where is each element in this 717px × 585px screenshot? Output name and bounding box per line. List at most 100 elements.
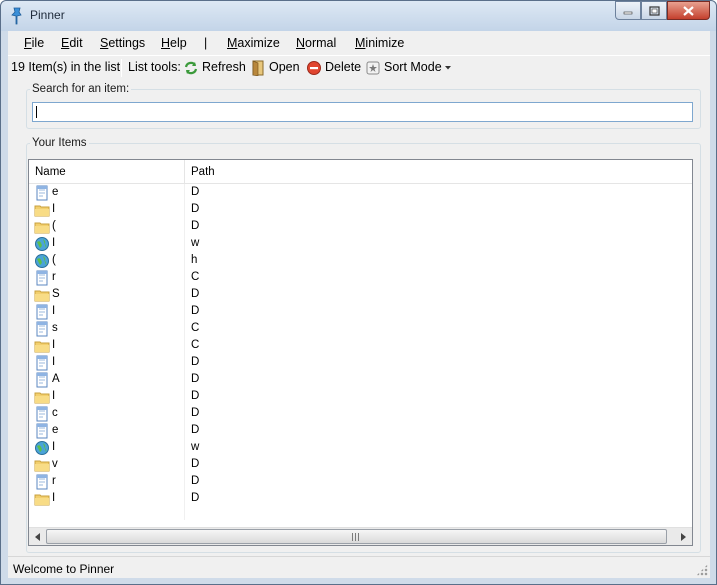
item-path: D [191, 288, 200, 300]
list-item[interactable]: ID [29, 304, 692, 321]
scroll-right-button[interactable] [675, 528, 692, 545]
list-item[interactable]: AD [29, 372, 692, 389]
list-item[interactable]: ID [29, 202, 692, 219]
menu-edit[interactable]: Edit [61, 36, 83, 50]
file-icon [36, 270, 48, 286]
items-listview[interactable]: Name Path e D I D(D Iw(h r C S D I Ds C I C I D A D I Dc De D… [28, 159, 693, 546]
folder-icon [34, 205, 50, 217]
item-name: r [52, 271, 56, 283]
menu-settings[interactable]: Settings [100, 36, 145, 50]
item-path: w [191, 237, 200, 249]
open-label: Open [269, 60, 300, 74]
item-name: e [52, 186, 59, 198]
item-name: s [52, 322, 58, 334]
search-input[interactable] [32, 102, 693, 122]
list-header: Name Path [29, 160, 692, 184]
item-path: D [191, 305, 200, 317]
menu-maximize[interactable]: Maximize [227, 36, 280, 50]
refresh-button[interactable]: Refresh [183, 56, 246, 80]
item-name: ( [52, 254, 56, 266]
item-name: v [52, 458, 58, 470]
menu-divider: | [204, 36, 208, 50]
list-item[interactable]: Iw [29, 440, 692, 457]
file-icon [36, 304, 48, 320]
file-icon [36, 423, 48, 439]
resize-grip-icon[interactable] [696, 564, 708, 576]
list-item[interactable]: rD [29, 474, 692, 491]
status-bar: Welcome to Pinner [8, 556, 710, 578]
column-header-path[interactable]: Path [185, 160, 692, 184]
status-text: Welcome to Pinner [13, 562, 115, 576]
toolbar-separator [121, 59, 122, 77]
list-item[interactable]: eD [29, 185, 692, 202]
item-name: A [52, 373, 60, 385]
item-path: C [191, 322, 200, 334]
list-item[interactable]: ID [29, 355, 692, 372]
list-item[interactable]: (D [29, 219, 692, 236]
list-item[interactable]: Iw [29, 236, 692, 253]
list-item[interactable]: SD [29, 287, 692, 304]
folder-icon [34, 494, 50, 506]
item-name: e [52, 424, 59, 436]
item-path: D [191, 458, 200, 470]
item-name: I [52, 356, 56, 368]
column-divider [184, 184, 185, 520]
item-path: D [191, 203, 200, 215]
menu-normal[interactable]: Normal [296, 36, 336, 50]
item-path: D [191, 424, 200, 436]
open-button[interactable]: Open [250, 56, 300, 80]
menu-file[interactable]: File [24, 36, 44, 50]
list-item[interactable]: ID [29, 491, 692, 508]
list-item[interactable]: vD [29, 457, 692, 474]
list-item[interactable]: (h [29, 253, 692, 270]
restore-window-button[interactable] [641, 1, 667, 20]
title-bar[interactable]: Pinner [1, 1, 716, 31]
list-body: e D I D(D Iw(h r C S D I Ds C I C I D A D I Dc De D Iw v Dr D I D [29, 184, 692, 520]
item-path: h [191, 254, 198, 266]
column-header-name[interactable]: Name [29, 160, 185, 184]
chevron-down-icon [445, 66, 451, 70]
list-item[interactable]: sC [29, 321, 692, 338]
menu-help[interactable]: Help [161, 36, 187, 50]
client-area: File Edit Settings Help | Maximize Norma… [8, 31, 710, 578]
window-title: Pinner [30, 8, 65, 22]
file-icon [36, 372, 48, 388]
pin-icon [11, 7, 22, 25]
menu-bar: File Edit Settings Help | Maximize Norma… [8, 31, 710, 55]
sort-mode-dropdown[interactable]: Sort Mode [365, 56, 455, 80]
file-icon [36, 474, 48, 490]
item-name: I [52, 492, 56, 504]
list-item[interactable]: eD [29, 423, 692, 440]
chevron-right-icon [681, 532, 686, 541]
item-path: D [191, 407, 200, 419]
caption-buttons [615, 1, 710, 21]
list-tools-label: List tools: [128, 60, 181, 74]
list-item[interactable]: rC [29, 270, 692, 287]
refresh-icon [184, 61, 198, 75]
item-path: C [191, 339, 200, 351]
minimize-window-button[interactable] [615, 1, 641, 20]
restore-icon [648, 5, 660, 16]
item-path: C [191, 271, 200, 283]
item-name: I [52, 339, 56, 351]
scroll-left-button[interactable] [29, 528, 46, 545]
item-name: I [52, 203, 56, 215]
item-name: c [52, 407, 58, 419]
list-item[interactable]: cD [29, 406, 692, 423]
item-name: I [52, 441, 56, 453]
item-name: S [52, 288, 60, 300]
delete-button[interactable]: Delete [306, 56, 362, 80]
globe-icon [35, 237, 49, 251]
toolbar: 19 Item(s) in the list List tools: Refre… [8, 55, 710, 79]
item-name: I [52, 305, 56, 317]
close-icon [683, 5, 694, 16]
list-item[interactable]: ID [29, 389, 692, 406]
scroll-thumb[interactable] [46, 529, 667, 544]
horizontal-scrollbar[interactable] [29, 527, 692, 545]
file-icon [36, 406, 48, 422]
menu-minimize[interactable]: Minimize [355, 36, 404, 50]
list-item[interactable]: IC [29, 338, 692, 355]
close-window-button[interactable] [667, 1, 710, 20]
file-icon [36, 321, 48, 337]
delete-label: Delete [325, 60, 362, 74]
